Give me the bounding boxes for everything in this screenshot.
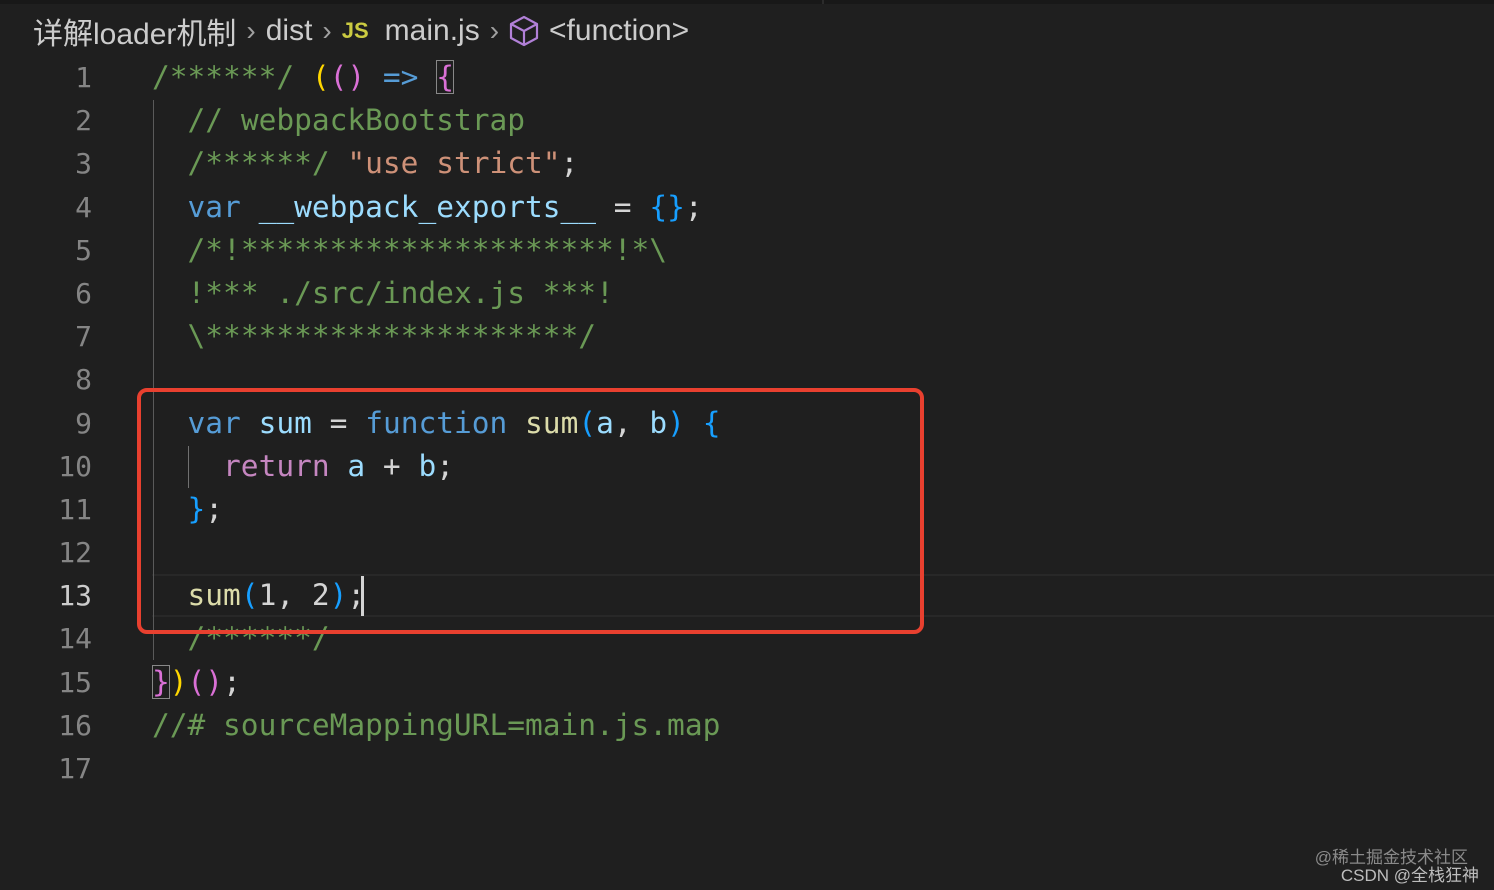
breadcrumb-file[interactable]: main.js: [385, 14, 480, 48]
line-number: 15: [58, 665, 92, 699]
line-number: 14: [58, 622, 92, 656]
tab-divider: [822, 0, 824, 4]
code-token: /******/: [187, 146, 348, 181]
cube-icon: [509, 15, 539, 47]
line-number: 4: [75, 190, 92, 224]
line-number: 11: [58, 492, 92, 526]
code-line[interactable]: [152, 747, 1494, 790]
code-line[interactable]: !*** ./src/index.js ***!: [152, 272, 1494, 315]
code-token: (: [311, 60, 330, 94]
breadcrumb-folder[interactable]: 详解loader机制: [33, 9, 236, 53]
code-line[interactable]: var __webpack_exports__ = {};: [152, 186, 1494, 229]
code-token: var: [187, 189, 241, 224]
code-line[interactable]: /*!*********************!*\: [152, 229, 1494, 272]
chevron-right-icon: ›: [489, 15, 500, 46]
code-token: /*!*********************!*\: [187, 232, 668, 267]
line-number: 17: [58, 752, 92, 785]
code-token: }: [152, 664, 170, 699]
line-number: 5: [75, 233, 92, 267]
code-token: !*** ./src/index.js ***!: [187, 275, 614, 310]
code-token: ): [169, 664, 188, 699]
code-token: ;: [560, 146, 579, 181]
line-number: 13: [58, 579, 92, 613]
breadcrumb-subfolder[interactable]: dist: [266, 14, 313, 48]
breadcrumb-symbol[interactable]: <function>: [549, 14, 689, 48]
code-line[interactable]: })();: [152, 661, 1494, 704]
javascript-file-icon: JS: [341, 18, 369, 43]
chevron-right-icon: ›: [246, 15, 256, 46]
code-token: /******/: [152, 60, 312, 94]
code-token: (): [329, 60, 366, 94]
code-token: =: [596, 189, 650, 224]
highlight-annotation-box: [137, 388, 924, 634]
breadcrumb: 详解loader机制 › dist › JS main.js › <functi…: [33, 10, 689, 52]
code-line[interactable]: // webpackBootstrap: [152, 99, 1494, 142]
code-token: \*********************/: [187, 319, 597, 354]
code-line[interactable]: \*********************/: [152, 315, 1494, 358]
code-token: {}: [649, 189, 685, 224]
code-token: __webpack_exports__: [258, 189, 597, 224]
line-number: 6: [75, 276, 92, 310]
line-number: 16: [58, 708, 92, 742]
code-token: {: [436, 60, 454, 94]
line-number: 12: [58, 536, 92, 570]
code-token: "use strict": [347, 146, 561, 181]
tab-bar-edge: [0, 0, 1494, 4]
chevron-right-icon: ›: [322, 15, 332, 46]
code-line[interactable]: /******/ "use strict";: [152, 142, 1494, 185]
code-token: ;: [684, 189, 703, 224]
code-token: ;: [223, 664, 241, 699]
code-line[interactable]: //# sourceMappingURL=main.js.map: [152, 704, 1494, 747]
line-number: 3: [75, 147, 92, 181]
code-line[interactable]: /******/ (() => {: [152, 56, 1494, 99]
line-number: 1: [75, 61, 92, 94]
watermark-csdn: CSDN @全栈狂神: [1340, 866, 1479, 885]
code-token: //# sourceMappingURL=main.js.map: [152, 707, 721, 742]
code-token: // webpackBootstrap: [187, 103, 525, 138]
line-number-gutter: 1 2 3 4 5 6 7 8 9 10 11 12 13 14 15 16 17: [0, 56, 92, 790]
code-token: =>: [382, 60, 419, 94]
line-number: 9: [75, 406, 92, 440]
code-token: (): [187, 664, 224, 699]
line-number: 7: [75, 320, 92, 354]
line-number: 8: [75, 363, 92, 397]
line-number: 10: [58, 449, 92, 483]
line-number: 2: [75, 104, 92, 138]
